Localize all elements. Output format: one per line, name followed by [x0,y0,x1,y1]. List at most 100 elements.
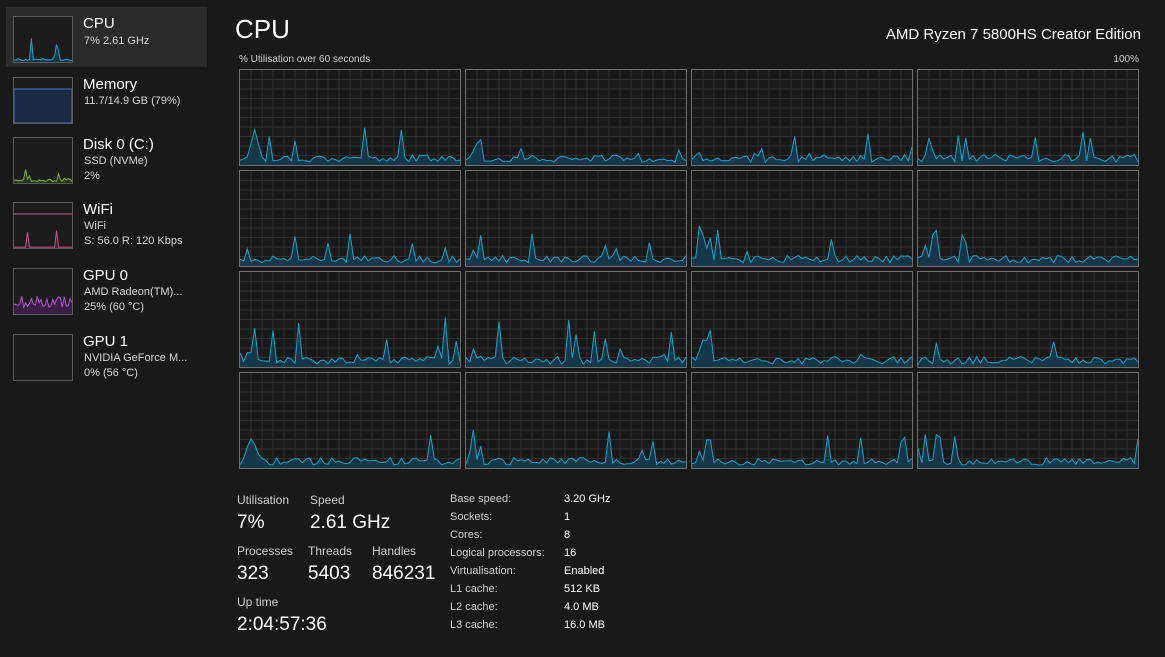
processor-graph-svg [240,373,460,468]
processor-graph-svg [466,272,686,367]
logical-processor-graph [691,170,913,267]
logical-processor-graph [239,271,461,368]
graph-gridlines [466,70,686,165]
sidebar-item-cpu[interactable]: CPU 7% 2.61 GHz [6,7,207,67]
processor-graph-svg [240,70,460,165]
processor-graph-svg [466,373,686,468]
memory-graph-icon [13,77,73,124]
processor-graph-svg [692,373,912,468]
sidebar-thumb-area [14,169,72,183]
info-key: Logical processors: [450,547,545,559]
utilisation-label: Utilisation [237,493,290,507]
cpu-graph-icon [13,16,73,63]
uptime-value: 2:04:57:36 [237,614,327,635]
logical-processor-graph [465,271,687,368]
info-value: 4.0 MB [564,601,599,613]
graph-gridlines [240,70,460,165]
sidebar-item-detail: S: 56.0 R: 120 Kbps [84,235,183,247]
sidebar-item-label: GPU 1 [83,333,129,350]
sidebar-thumb-line [14,38,72,62]
logical-processor-graph [465,170,687,267]
processor-graph-svg [240,171,460,266]
logical-processor-graph [691,271,913,368]
processor-graph-svg [692,70,912,165]
sidebar-item-gpu0[interactable]: GPU 0 AMD Radeon(TM)... 25% (60 °C) [6,259,207,319]
logical-processor-graph [239,170,461,267]
info-key: L3 cache: [450,619,498,631]
sidebar: CPU 7% 2.61 GHz Memory 11.7/14.9 GB (79%… [0,0,214,657]
processor-graph-svg [692,171,912,266]
processor-graph-svg [692,272,912,367]
sidebar-item-label: WiFi [83,201,113,218]
info-key: Virtualisation: [450,565,516,577]
sidebar-item-detail: 11.7/14.9 GB (79%) [84,95,181,107]
sidebar-item-detail: 25% (60 °C) [84,301,145,313]
utilisation-value: 7% [237,512,265,533]
graph-caption: % Utilisation over 60 seconds [239,54,371,65]
sidebar-item-detail: WiFi [84,220,106,232]
speed-value: 2.61 GHz [310,512,391,533]
wifi-graph-icon [13,202,73,249]
logical-processor-graph [465,69,687,166]
info-key: Cores: [450,529,483,541]
info-value: 512 KB [564,583,601,595]
processor-graph-svg [466,171,686,266]
processor-graph-svg [466,70,686,165]
processes-value: 323 [237,563,269,584]
sidebar-item-label: GPU 0 [83,267,129,284]
graph-gridlines [692,373,912,468]
sidebar-item-detail: NVIDIA GeForce M... [84,352,188,364]
info-key: Base speed: [450,493,512,505]
graph-gridlines [918,272,1138,367]
graph-gridlines [918,373,1138,468]
handles-value: 846231 [372,563,436,584]
sidebar-item-wifi[interactable]: WiFi WiFi S: 56.0 R: 120 Kbps [6,193,207,253]
sidebar-item-detail: SSD (NVMe) [84,155,148,167]
graph-gridlines [918,171,1138,266]
info-value: Enabled [564,565,605,577]
logical-processor-graph [465,372,687,469]
sidebar-item-label: Disk 0 (C:) [83,136,154,153]
sidebar-thumb-area [14,230,72,248]
threads-label: Threads [308,544,353,558]
graph-max-label: 100% [1113,54,1139,65]
logical-processor-graph [917,69,1139,166]
graph-gridlines [692,272,912,367]
processes-label: Processes [237,544,294,558]
sidebar-item-detail: 7% 2.61 GHz [84,35,150,47]
processor-graph-svg [240,272,460,367]
sidebar-item-label: CPU [83,15,115,32]
info-key: L1 cache: [450,583,498,595]
processor-graph-svg [918,272,1138,367]
processor-graph-svg [918,70,1138,165]
threads-value: 5403 [308,563,351,584]
cpu-model-name: AMD Ryzen 7 5800HS Creator Edition [885,26,1141,43]
page-title: CPU [235,14,290,44]
disk-graph-icon [13,137,73,184]
processor-graph-svg [918,171,1138,266]
sidebar-item-disk[interactable]: Disk 0 (C:) SSD (NVMe) 2% [6,128,207,188]
graph-gridlines [692,171,912,266]
graph-gridlines [240,373,460,468]
info-value: 3.20 GHz [564,493,611,505]
gpu1-graph-icon [13,334,73,381]
logical-processor-graph [691,69,913,166]
graph-gridlines [918,70,1138,165]
info-value: 16.0 MB [564,619,605,631]
sidebar-item-memory[interactable]: Memory 11.7/14.9 GB (79%) [6,68,207,128]
sidebar-thumb-line [14,169,72,183]
handles-label: Handles [372,544,417,558]
speed-label: Speed [310,493,345,507]
info-value: 16 [564,547,577,559]
memory-usage-fill [14,88,72,123]
sidebar-item-gpu1[interactable]: GPU 1 NVIDIA GeForce M... 0% (56 °C) [6,325,207,385]
logical-processor-graphs[interactable] [239,69,1140,469]
sidebar-item-detail: AMD Radeon(TM)... [84,286,183,298]
logical-processor-graph [239,372,461,469]
logical-processor-graph [917,170,1139,267]
logical-processor-graph [917,372,1139,469]
logical-processor-graph [691,372,913,469]
info-value: 8 [564,529,571,541]
logical-processor-graph [917,271,1139,368]
sidebar-item-detail: 2% [84,170,100,182]
